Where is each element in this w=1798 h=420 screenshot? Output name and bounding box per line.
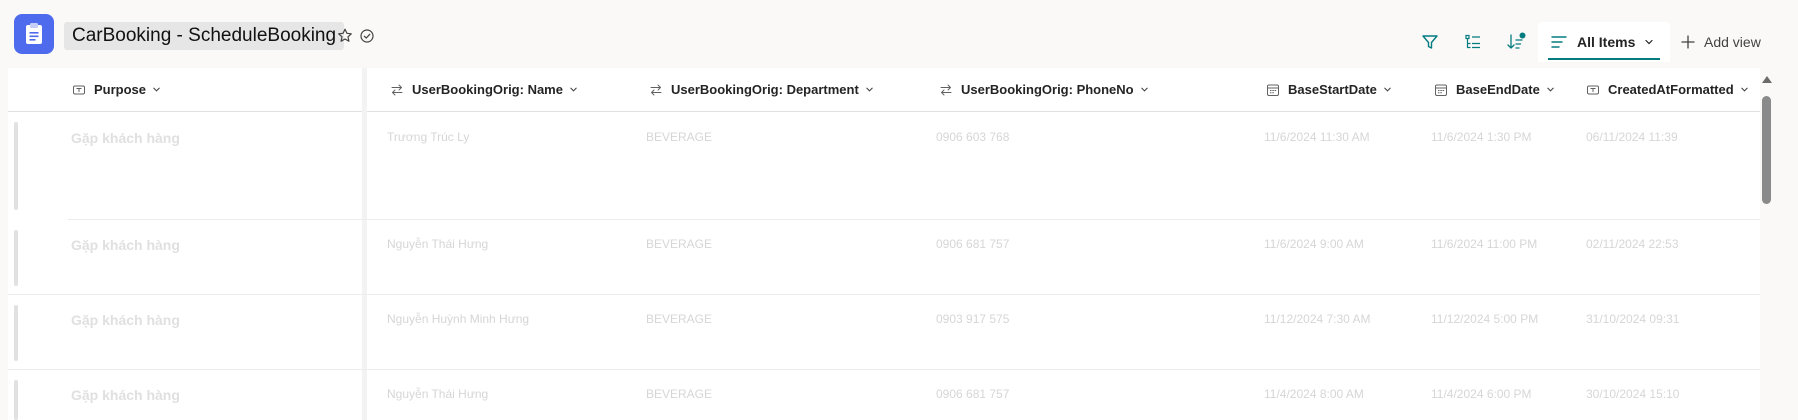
text-field-icon [73, 85, 85, 94]
column-label: UserBookingOrig: Name [412, 82, 563, 97]
column-header-phone[interactable]: UserBookingOrig: PhoneNo [939, 68, 1149, 111]
column-header-base-end-date[interactable]: BaseEndDate [1434, 68, 1555, 111]
cell-base-start-date: 11/12/2024 7:30 AM [1264, 312, 1371, 326]
chevron-down-icon [153, 87, 160, 92]
cell-base-end-date: 11/4/2024 6:00 PM [1431, 387, 1532, 401]
table-row[interactable]: Gặp khách hàng Nguyễn Thái Hưng BEVERAGE… [8, 220, 1760, 295]
lookup-icon [940, 84, 952, 95]
chevron-down-icon [1547, 87, 1554, 92]
column-header-purpose[interactable]: Purpose [72, 68, 161, 111]
add-view-button[interactable]: Add view [1680, 30, 1761, 54]
scrollbar-thumb[interactable] [1762, 96, 1771, 204]
cell-phone: 0906 681 757 [936, 237, 1010, 251]
row-selection-handle[interactable] [14, 305, 18, 361]
view-name: All Items [1577, 34, 1636, 50]
cell-phone: 0906 681 757 [936, 387, 1010, 401]
plus-icon [1681, 35, 1695, 49]
cell-base-end-date: 11/12/2024 5:00 PM [1431, 312, 1539, 326]
group-by-button[interactable] [1461, 30, 1485, 54]
cell-phone: 0903 917 575 [936, 312, 1010, 326]
chevron-down-icon [1645, 39, 1653, 45]
calendar-icon [1435, 84, 1447, 96]
column-label: UserBookingOrig: Department [671, 82, 859, 97]
view-tab-underline [1548, 58, 1660, 60]
sort-icon [1507, 32, 1526, 49]
view-selector-all-items[interactable]: All Items [1538, 22, 1670, 62]
check-circle-icon[interactable] [358, 27, 376, 45]
add-view-label: Add view [1704, 34, 1761, 50]
cell-created-at: 31/10/2024 09:31 [1586, 312, 1680, 326]
table-row[interactable]: Gặp khách hàng Nguyễn Thái Hưng BEVERAGE… [8, 370, 1760, 420]
page-header: CarBooking - ScheduleBooking All Items A… [0, 0, 1798, 68]
chevron-down-icon [1140, 87, 1148, 92]
filter-button[interactable] [1418, 30, 1442, 54]
list-view-icon [1551, 36, 1567, 48]
cell-purpose: Gặp khách hàng [71, 312, 180, 328]
cell-purpose: Gặp khách hàng [71, 387, 180, 403]
cell-created-at: 06/11/2024 11:39 [1586, 130, 1678, 144]
vertical-scrollbar[interactable] [1760, 68, 1774, 420]
filter-icon [1422, 35, 1438, 49]
column-header-created-at-formatted[interactable]: CreatedAtFormatted [1586, 68, 1749, 111]
table-row[interactable]: Gặp khách hàng Nguyễn Huỳnh Minh Hưng BE… [8, 295, 1760, 370]
cell-department: BEVERAGE [646, 387, 713, 401]
column-label: BaseEndDate [1456, 82, 1540, 97]
cell-department: BEVERAGE [646, 312, 713, 326]
cell-name: Nguyễn Thái Hưng [387, 237, 489, 251]
column-label: Purpose [94, 82, 147, 97]
table-row[interactable]: Gặp khách hàng Trương Trúc Ly BEVERAGE 0… [8, 112, 1760, 220]
column-header-department[interactable]: UserBookingOrig: Department [649, 68, 874, 111]
column-header-name[interactable]: UserBookingOrig: Name [390, 68, 578, 111]
cell-purpose: Gặp khách hàng [71, 237, 180, 253]
cell-department: BEVERAGE [646, 130, 713, 144]
chevron-down-icon [1384, 87, 1391, 92]
calendar-icon [1267, 84, 1279, 96]
cell-name: Nguyễn Thái Hưng [387, 387, 489, 401]
clipboard-icon [14, 14, 54, 54]
row-selection-handle[interactable] [14, 230, 18, 286]
lookup-icon [391, 84, 403, 95]
cell-base-end-date: 11/6/2024 11:00 PM [1431, 237, 1538, 251]
cell-purpose: Gặp khách hàng [71, 130, 180, 146]
cell-base-end-date: 11/6/2024 1:30 PM [1431, 130, 1532, 144]
cell-name: Nguyễn Huỳnh Minh Hưng [387, 312, 530, 326]
column-label: UserBookingOrig: PhoneNo [961, 82, 1134, 97]
chevron-down-icon [1740, 87, 1748, 92]
cell-department: BEVERAGE [646, 237, 713, 251]
cell-created-at: 02/11/2024 22:53 [1586, 237, 1679, 251]
column-label: CreatedAtFormatted [1608, 82, 1734, 97]
lookup-icon [650, 84, 662, 95]
cell-created-at: 30/10/2024 15:10 [1586, 387, 1680, 401]
cell-base-start-date: 11/4/2024 8:00 AM [1264, 387, 1364, 401]
page-title[interactable]: CarBooking - ScheduleBooking [64, 22, 345, 50]
star-icon[interactable] [336, 27, 354, 45]
cell-name: Trương Trúc Ly [387, 130, 470, 144]
column-label: BaseStartDate [1288, 82, 1377, 97]
group-by-icon [1465, 34, 1480, 49]
chevron-down-icon [570, 87, 577, 92]
list-grid: Purpose UserBookingOrig: Name UserBookin… [8, 68, 1760, 420]
row-selection-handle[interactable] [14, 122, 18, 210]
chevron-down-icon [866, 87, 873, 92]
text-field-icon [1587, 85, 1599, 94]
sort-button[interactable] [1504, 30, 1528, 54]
page-title-text: CarBooking - ScheduleBooking [72, 25, 337, 46]
cell-phone: 0906 603 768 [936, 130, 1010, 144]
scroll-up-arrow-icon[interactable] [1762, 76, 1772, 83]
cell-base-start-date: 11/6/2024 9:00 AM [1264, 237, 1364, 251]
row-selection-handle[interactable] [14, 380, 18, 420]
column-header-base-start-date[interactable]: BaseStartDate [1266, 68, 1392, 111]
cell-base-start-date: 11/6/2024 11:30 AM [1264, 130, 1370, 144]
